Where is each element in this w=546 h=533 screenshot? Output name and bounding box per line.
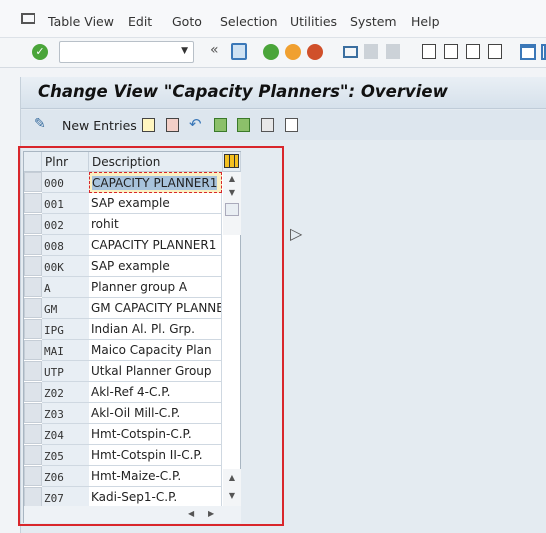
print-icon[interactable]: [343, 46, 358, 58]
mouse-cursor-icon: ▷: [290, 224, 303, 243]
enter-icon[interactable]: ✓: [32, 44, 48, 60]
menu-utilities[interactable]: Utilities: [290, 14, 337, 29]
next-page-icon[interactable]: [466, 44, 480, 59]
page-title: Change View "Capacity Planners": Overvie…: [38, 82, 448, 101]
details-icon[interactable]: [285, 118, 298, 132]
save-icon[interactable]: [231, 43, 247, 60]
menu-goto[interactable]: Goto: [172, 14, 202, 29]
back-icon[interactable]: [263, 44, 279, 60]
menu-bar: Table View Edit Goto Selection Utilities…: [0, 0, 546, 38]
system-toolbar: ✓ ▼ «: [0, 38, 546, 68]
command-field[interactable]: ▼: [59, 41, 194, 63]
new-entries-button[interactable]: New Entries: [62, 118, 137, 133]
select-all-icon[interactable]: [214, 118, 227, 132]
menu-system[interactable]: System: [350, 14, 397, 29]
cancel-icon[interactable]: [307, 44, 323, 60]
chevron-down-icon[interactable]: ▼: [181, 46, 188, 56]
application-toolbar: ✎ New Entries ↶: [21, 110, 546, 140]
menu-icon[interactable]: [21, 13, 35, 24]
first-page-icon[interactable]: [422, 44, 436, 59]
undo-icon[interactable]: ↶: [189, 115, 202, 133]
find-icon[interactable]: [364, 44, 378, 59]
menu-table-view[interactable]: Table View: [48, 14, 114, 29]
last-page-icon[interactable]: [488, 44, 502, 59]
exit-icon[interactable]: [285, 44, 301, 60]
highlight-box: [18, 146, 284, 526]
display-change-icon[interactable]: ✎: [34, 116, 46, 132]
collapse-icon[interactable]: «: [210, 42, 219, 58]
shortcut-icon[interactable]: [541, 44, 546, 60]
find-next-icon[interactable]: [386, 44, 400, 59]
previous-page-icon[interactable]: [444, 44, 458, 59]
menu-edit[interactable]: Edit: [128, 14, 152, 29]
select-block-icon[interactable]: [237, 118, 250, 132]
title-bar: Change View "Capacity Planners": Overvie…: [21, 77, 546, 109]
new-session-icon[interactable]: [520, 44, 536, 60]
menu-selection[interactable]: Selection: [220, 14, 278, 29]
menu-help[interactable]: Help: [411, 14, 440, 29]
deselect-all-icon[interactable]: [261, 118, 274, 132]
copy-icon[interactable]: [142, 118, 155, 132]
delete-icon[interactable]: [166, 118, 179, 132]
